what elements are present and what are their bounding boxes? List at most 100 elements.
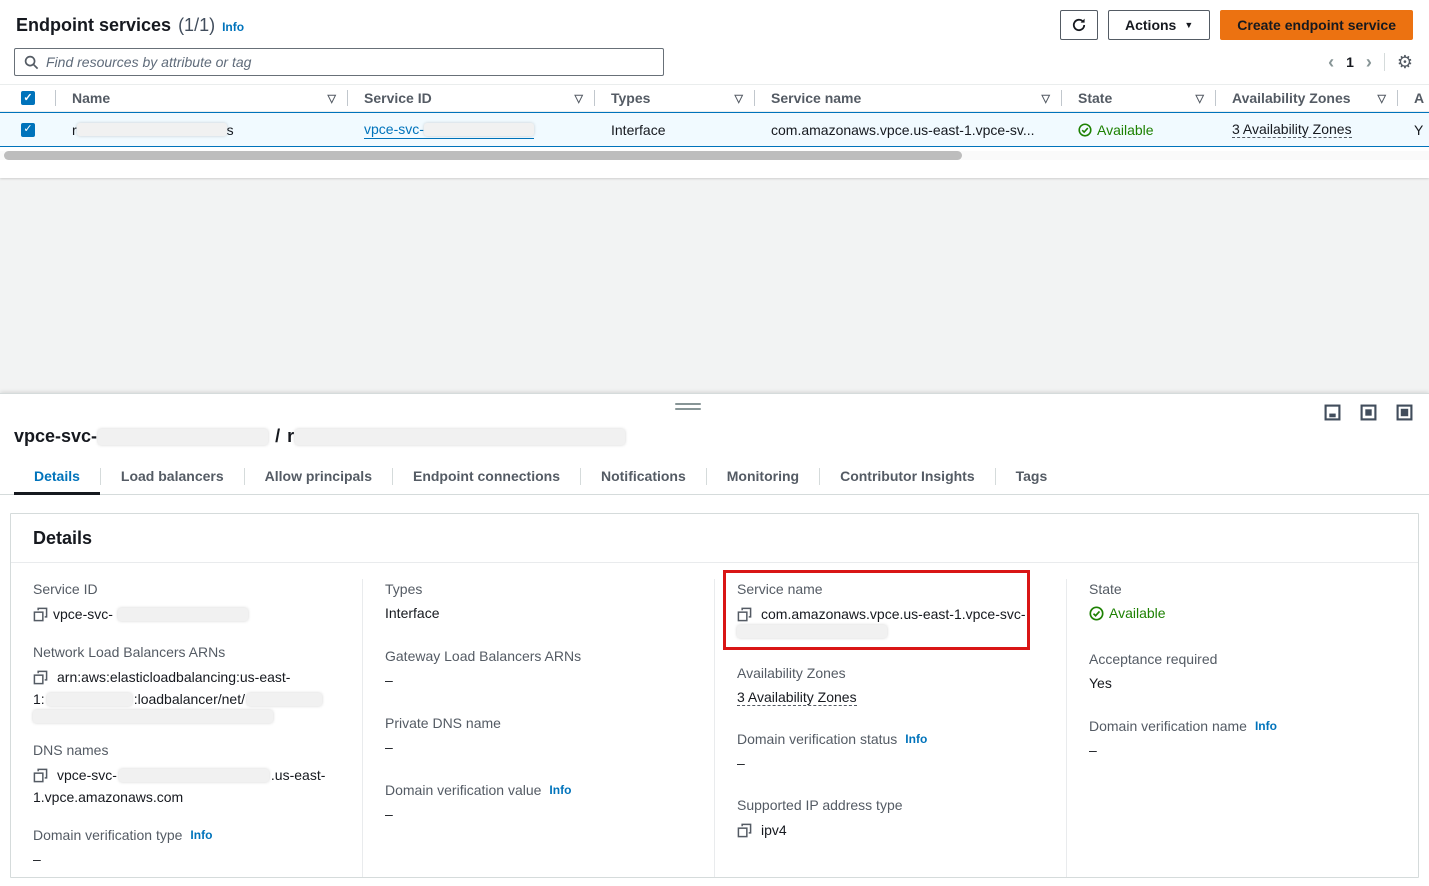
copy-icon[interactable] — [737, 607, 752, 622]
cell-service-id: vpce-svc- — [348, 113, 595, 146]
filter-icon[interactable]: ▽ — [1042, 92, 1050, 105]
redacted-text — [737, 625, 887, 638]
details-column-3: Service name com.amazonaws.vpce.us-east-… — [714, 579, 1066, 878]
service-name-highlight-box: Service name com.amazonaws.vpce.us-east-… — [723, 570, 1030, 650]
cell-overflow: Y — [1398, 113, 1429, 146]
status-badge: Available — [1078, 122, 1154, 138]
table-actions: Actions ▼ Create endpoint service — [1060, 10, 1413, 40]
table-row[interactable]: ✓ r s vpce-svc- Interface com.amazonaws.… — [0, 112, 1429, 147]
panel-size-medium-icon[interactable] — [1360, 404, 1377, 421]
header-checkbox-cell: ✓ — [0, 85, 56, 111]
info-link[interactable]: Info — [549, 780, 571, 801]
copy-icon[interactable] — [33, 607, 48, 622]
check-icon: ✓ — [23, 124, 32, 135]
field-dns-names: DNS names vpce-svc- .us-east- 1.vpce.ama… — [33, 740, 340, 808]
check-circle-icon — [1089, 606, 1104, 621]
tab-load-balancers[interactable]: Load balancers — [101, 463, 244, 494]
panel-drag-handle[interactable] — [675, 403, 701, 413]
info-link[interactable]: Info — [1255, 716, 1277, 737]
column-header-availability-zones[interactable]: Availability Zones ▽ — [1216, 85, 1398, 111]
redacted-text — [295, 429, 625, 445]
check-circle-icon — [1078, 123, 1092, 137]
column-header-overflow[interactable]: A — [1398, 85, 1429, 111]
details-column-4: State Available Acceptance required — [1066, 579, 1418, 878]
row-checkbox[interactable]: ✓ — [21, 123, 35, 137]
horizontal-scrollbar-thumb[interactable] — [4, 151, 962, 160]
field-domain-verification-type: Domain verification type Info – — [33, 825, 340, 870]
title-info-link[interactable]: Info — [222, 20, 244, 34]
page-title: Endpoint services — [16, 15, 171, 36]
actions-button[interactable]: Actions ▼ — [1108, 10, 1210, 40]
resource-filter[interactable] — [14, 48, 664, 76]
cell-types: Interface — [595, 113, 755, 146]
filter-icon[interactable]: ▽ — [1196, 92, 1204, 105]
column-header-types[interactable]: Types ▽ — [595, 85, 755, 111]
service-id-link[interactable]: vpce-svc- — [364, 121, 534, 139]
refresh-button[interactable] — [1060, 10, 1098, 40]
field-acceptance-required: Acceptance required Yes — [1089, 649, 1396, 694]
preferences-gear-icon[interactable]: ⚙ — [1397, 53, 1413, 71]
tab-notifications[interactable]: Notifications — [581, 463, 706, 494]
endpoint-services-table: ✓ Name ▽ Service ID ▽ Types ▽ Service na… — [0, 84, 1429, 147]
field-supported-ip: Supported IP address type ipv4 — [737, 795, 1044, 841]
panel-tabs: Details Load balancers Allow principals … — [0, 463, 1429, 495]
tab-tags[interactable]: Tags — [996, 463, 1068, 494]
redacted-text — [118, 608, 248, 621]
details-column-2: Types Interface Gateway Load Balancers A… — [362, 579, 714, 878]
filter-icon[interactable]: ▽ — [328, 92, 336, 105]
check-icon: ✓ — [23, 93, 32, 104]
copy-icon[interactable] — [33, 670, 48, 685]
redacted-text — [33, 710, 273, 723]
pagination: ‹ 1 › ⚙ — [1328, 53, 1413, 71]
tab-allow-principals[interactable]: Allow principals — [245, 463, 392, 494]
tab-endpoint-connections[interactable]: Endpoint connections — [393, 463, 580, 494]
field-domain-verification-name: Domain verification name Info – — [1089, 716, 1396, 761]
row-checkbox-cell: ✓ — [0, 113, 56, 146]
select-all-checkbox[interactable]: ✓ — [21, 91, 35, 105]
column-header-name[interactable]: Name ▽ — [56, 85, 348, 111]
column-header-state[interactable]: State ▽ — [1062, 85, 1216, 111]
field-state: State Available — [1089, 579, 1396, 627]
search-input[interactable] — [46, 54, 654, 70]
tab-contributor-insights[interactable]: Contributor Insights — [820, 463, 995, 494]
details-column-1: Service ID vpce-svc- Network Load Balanc… — [11, 579, 362, 878]
info-link[interactable]: Info — [905, 729, 927, 750]
details-heading: Details — [33, 528, 1396, 549]
cell-availability-zones: 3 Availability Zones — [1216, 113, 1398, 146]
column-header-service-name[interactable]: Service name ▽ — [755, 85, 1062, 111]
panel-size-controls — [1324, 404, 1413, 421]
field-availability-zones: Availability Zones 3 Availability Zones — [737, 663, 1044, 708]
current-page-number[interactable]: 1 — [1346, 54, 1354, 70]
split-panel: vpce-svc- / r Details Load balancers All… — [0, 393, 1429, 886]
table-title-group: Endpoint services (1/1) Info — [16, 15, 244, 36]
column-header-service-id[interactable]: Service ID ▽ — [348, 85, 595, 111]
filter-icon[interactable]: ▽ — [575, 92, 583, 105]
cell-state: Available — [1062, 113, 1216, 146]
next-page-icon[interactable]: › — [1366, 53, 1372, 71]
info-link[interactable]: Info — [190, 825, 212, 846]
horizontal-scrollbar — [0, 151, 1429, 160]
availability-zones-popover[interactable]: 3 Availability Zones — [737, 689, 857, 706]
create-endpoint-service-button[interactable]: Create endpoint service — [1220, 10, 1413, 40]
search-icon — [24, 55, 39, 70]
tab-monitoring[interactable]: Monitoring — [707, 463, 819, 494]
filter-row: ‹ 1 › ⚙ — [0, 40, 1429, 76]
previous-page-icon[interactable]: ‹ — [1328, 53, 1334, 71]
redacted-text — [77, 123, 227, 136]
field-private-dns-name: Private DNS name – — [385, 713, 692, 758]
pager-divider — [1384, 53, 1385, 71]
availability-zones-popover[interactable]: 3 Availability Zones — [1232, 121, 1352, 138]
panel-size-full-icon[interactable] — [1396, 404, 1413, 421]
copy-icon[interactable] — [737, 823, 752, 838]
details-card-header: Details — [11, 514, 1418, 563]
copy-icon[interactable] — [33, 768, 48, 783]
redacted-text — [424, 123, 534, 136]
filter-icon[interactable]: ▽ — [1378, 92, 1386, 105]
filter-icon[interactable]: ▽ — [735, 92, 743, 105]
panel-size-small-icon[interactable] — [1324, 404, 1341, 421]
table-toolbar: Endpoint services (1/1) Info Actions ▼ C… — [0, 0, 1429, 40]
redacted-text — [98, 429, 268, 445]
endpoint-services-table-card: Endpoint services (1/1) Info Actions ▼ C… — [0, 0, 1429, 178]
tab-details[interactable]: Details — [14, 463, 100, 494]
field-domain-verification-status: Domain verification status Info – — [737, 729, 1044, 774]
